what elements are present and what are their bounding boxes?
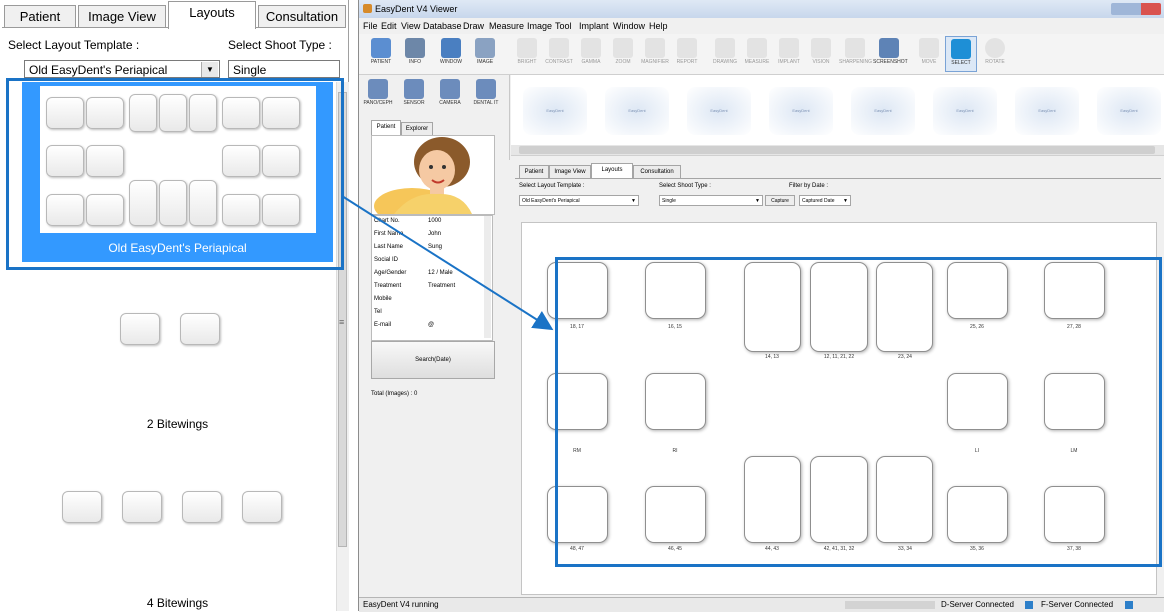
tab-layouts[interactable]: Layouts (168, 1, 256, 29)
arrow-icon (341, 195, 554, 331)
